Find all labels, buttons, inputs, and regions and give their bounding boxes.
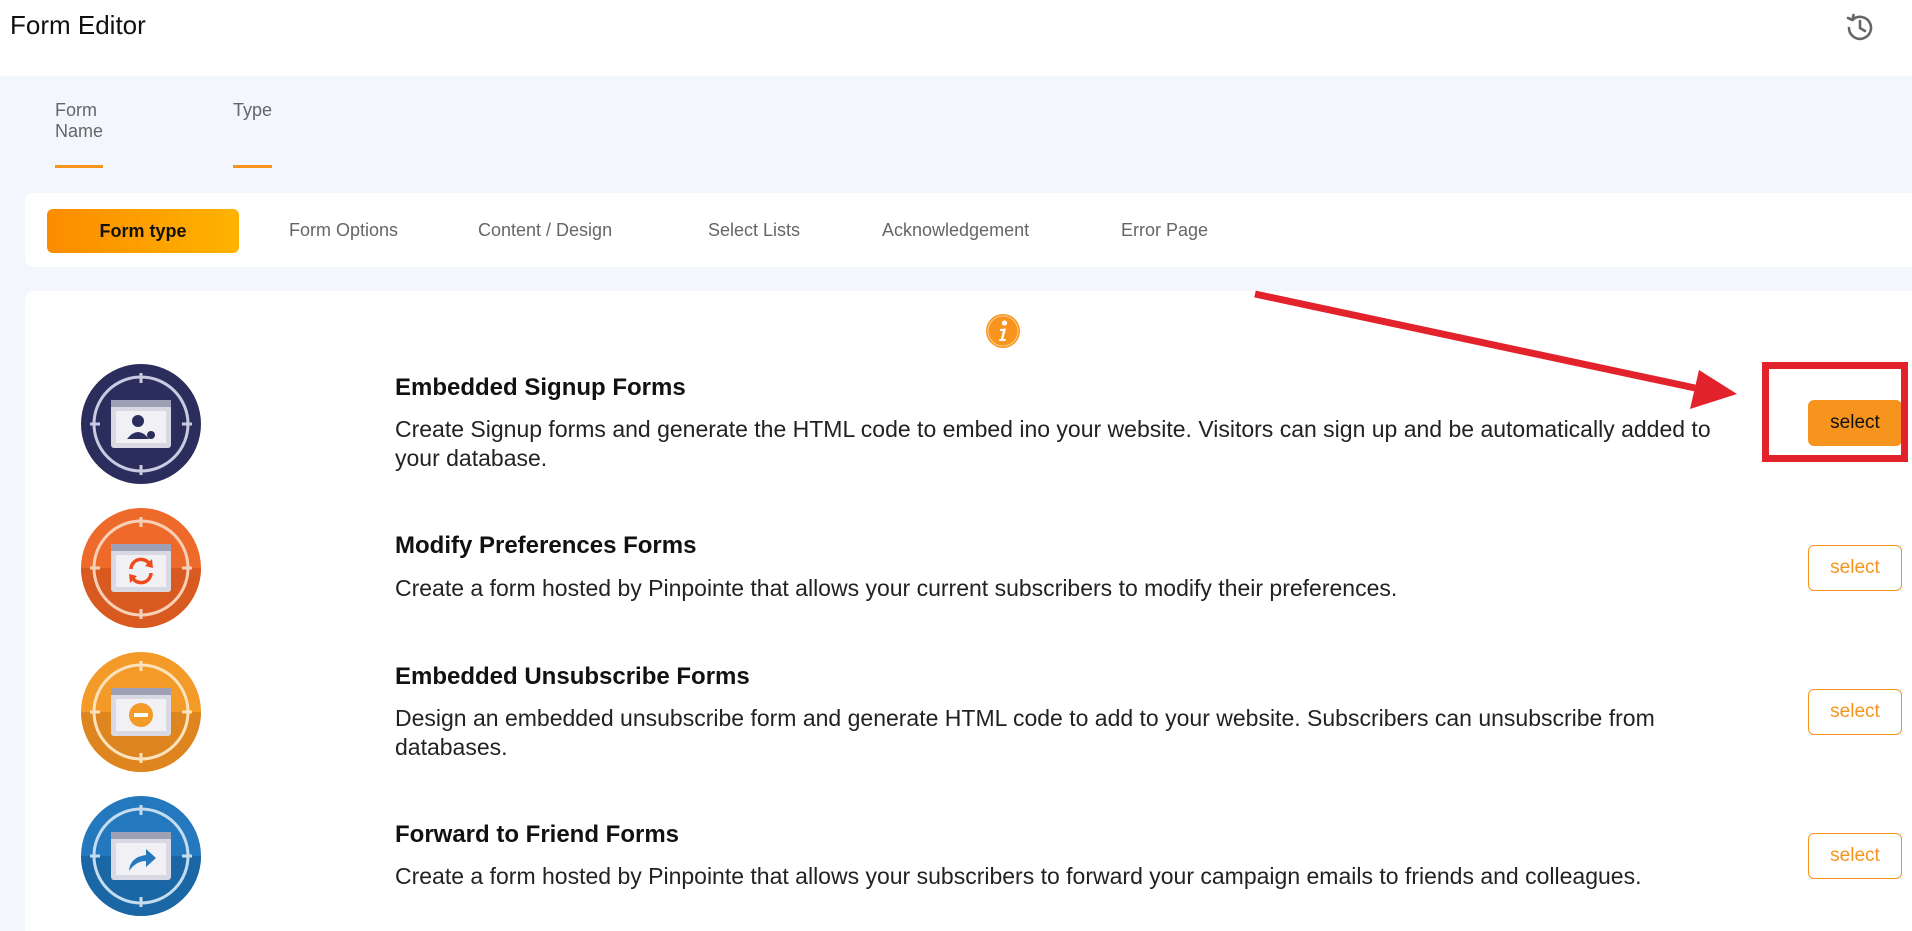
wizard-steps: Form type Form Options Content / Design … (25, 193, 1912, 267)
history-icon[interactable] (1842, 10, 1878, 46)
modify-preferences-description: Create a form hosted by Pinpointe that a… (395, 575, 1398, 601)
page-title: Form Editor (10, 10, 146, 40)
embedded-unsubscribe-title: Embedded Unsubscribe Forms (395, 663, 750, 690)
annotation-highlight-box (1762, 362, 1908, 462)
tab-type[interactable]: Type (233, 100, 273, 168)
signup-form-icon (81, 364, 201, 484)
top-bar: Form Editor (0, 0, 1912, 76)
unsubscribe-form-icon (81, 652, 201, 772)
step-form-type[interactable]: Form type (47, 209, 239, 253)
forward-form-icon (81, 796, 201, 916)
step-form-options[interactable]: Form Options (289, 193, 398, 267)
embedded-unsubscribe-description: Design an embedded unsubscribe form and … (395, 705, 1655, 760)
select-embedded-unsubscribe-button[interactable]: select (1808, 689, 1902, 735)
select-modify-preferences-button[interactable]: select (1808, 545, 1902, 591)
tab-type-label: Type (233, 100, 273, 120)
forward-friend-title: Forward to Friend Forms (395, 821, 680, 848)
tab-type-underline (233, 165, 273, 168)
embedded-signup-description: Create Signup forms and generate the HTM… (395, 416, 1711, 471)
preferences-form-icon (81, 508, 201, 628)
embedded-signup-title: Embedded Signup Forms (395, 374, 686, 401)
step-acknowledgement[interactable]: Acknowledgement (882, 193, 1029, 267)
step-error-page[interactable]: Error Page (1121, 193, 1208, 267)
modify-preferences-title: Modify Preferences Forms (395, 532, 697, 559)
form-type-card (25, 291, 1912, 931)
step-content-design[interactable]: Content / Design (478, 193, 612, 267)
tab-form-name-underline (55, 165, 104, 168)
forward-friend-description: Create a form hosted by Pinpointe that a… (395, 863, 1642, 889)
tab-form-name-label: Form Name (55, 100, 104, 141)
info-icon[interactable] (985, 313, 1021, 349)
select-forward-friend-button[interactable]: select (1808, 833, 1902, 879)
tab-form-name[interactable]: Form Name (55, 100, 104, 168)
step-select-lists[interactable]: Select Lists (708, 193, 800, 267)
